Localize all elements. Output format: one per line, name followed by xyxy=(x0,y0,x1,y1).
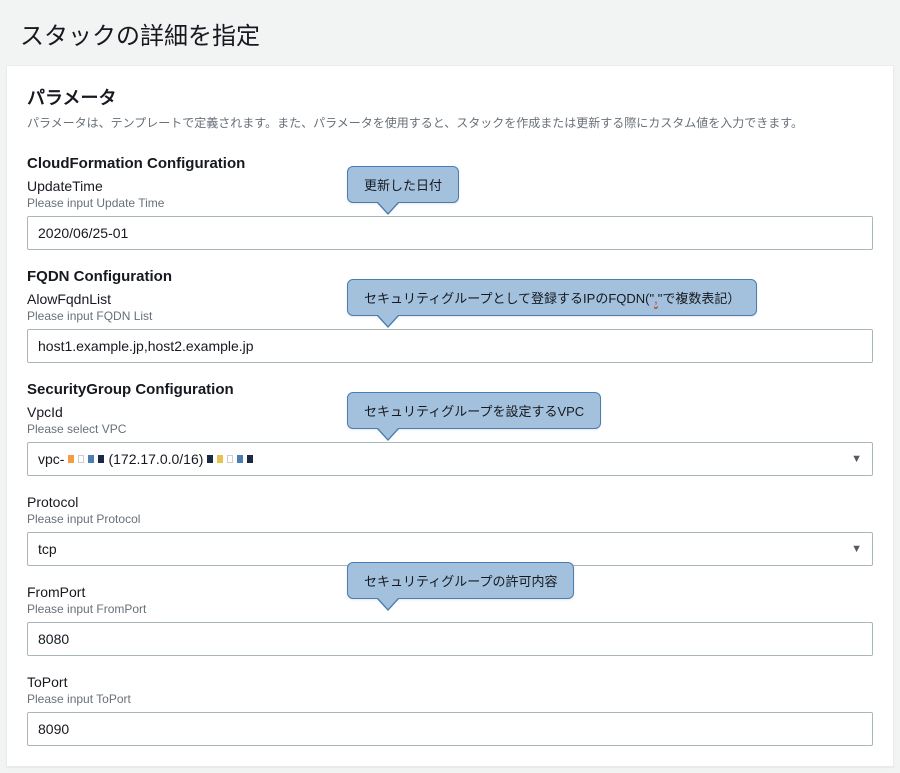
vpcid-value: vpc- (172.17.0.0/16) xyxy=(38,451,253,467)
redacted-pixel-icon xyxy=(207,455,213,463)
callout-text-suffix: "で複数表記） xyxy=(658,291,741,306)
fromport-callout: セキュリティグループの許可内容 xyxy=(347,562,574,599)
redacted-pixel-icon xyxy=(98,455,104,463)
parameters-panel: パラメータ パラメータは、テンプレートで定義されます。また、パラメータを使用する… xyxy=(6,65,894,767)
protocol-select[interactable]: tcp ▼ xyxy=(27,532,873,566)
vpcid-field: セキュリティグループを設定するVPC VpcId Please select V… xyxy=(27,404,873,476)
updatetime-field: 更新した日付 UpdateTime Please input Update Ti… xyxy=(27,178,873,250)
redacted-pixel-icon xyxy=(227,455,233,463)
page-header: スタックの詳細を指定 xyxy=(0,0,900,65)
redacted-pixel-icon xyxy=(78,455,84,463)
redacted-pixel-icon xyxy=(247,455,253,463)
page-title: スタックの詳細を指定 xyxy=(20,16,880,51)
protocol-hint: Please input Protocol xyxy=(27,512,873,526)
redacted-pixel-icon xyxy=(237,455,243,463)
toport-hint: Please input ToPort xyxy=(27,692,873,706)
redacted-pixel-icon xyxy=(88,455,94,463)
toport-input[interactable] xyxy=(27,712,873,746)
allowfqdnlist-input[interactable] xyxy=(27,329,873,363)
chevron-down-icon: ▼ xyxy=(851,453,862,465)
vpcid-cidr: (172.17.0.0/16) xyxy=(108,451,203,467)
parameters-subtext: パラメータは、テンプレートで定義されます。また、パラメータを使用すると、スタック… xyxy=(27,114,873,131)
fromport-hint: Please input FromPort xyxy=(27,602,873,616)
allowfqdnlist-field: セキュリティグループとして登録するIPのFQDN(","で複数表記） AlowF… xyxy=(27,291,873,363)
allowfqdnlist-callout: セキュリティグループとして登録するIPのFQDN(","で複数表記） xyxy=(347,279,757,316)
parameters-heading: パラメータ xyxy=(27,84,873,110)
protocol-value: tcp xyxy=(38,541,57,557)
vpcid-prefix: vpc- xyxy=(38,451,64,467)
vpcid-select[interactable]: vpc- (172.17.0.0/16) ▼ xyxy=(27,442,873,476)
updatetime-callout: 更新した日付 xyxy=(347,166,459,203)
updatetime-input[interactable] xyxy=(27,216,873,250)
chevron-down-icon: ▼ xyxy=(851,543,862,555)
vpcid-callout: セキュリティグループを設定するVPC xyxy=(347,392,601,429)
redacted-pixel-icon xyxy=(68,455,74,463)
protocol-label: Protocol xyxy=(27,494,873,510)
redacted-pixel-icon xyxy=(217,455,223,463)
toport-field: ToPort Please input ToPort xyxy=(27,674,873,746)
callout-text-prefix: セキュリティグループとして登録するIPのFQDN(" xyxy=(364,291,654,306)
fromport-input[interactable] xyxy=(27,622,873,656)
protocol-field: Protocol Please input Protocol tcp ▼ xyxy=(27,494,873,566)
